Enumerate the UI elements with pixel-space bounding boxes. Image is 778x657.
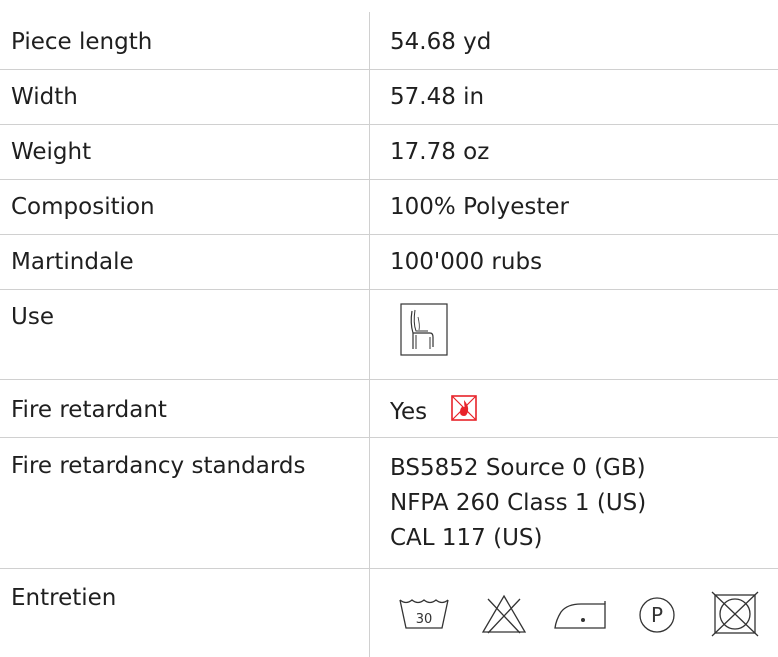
flame-warning-icon xyxy=(451,395,477,421)
label-use: Use xyxy=(11,304,54,330)
standard-item: NFPA 260 Class 1 (US) xyxy=(390,490,647,516)
value-fire-retardant: Yes xyxy=(390,399,428,425)
row-divider xyxy=(0,568,778,569)
wash-temperature: 30 xyxy=(416,612,433,627)
dry-clean-letter: P xyxy=(651,603,663,627)
label-fire-retardant: Fire retardant xyxy=(11,397,167,423)
value-piece-length: 54.68 yd xyxy=(390,29,492,55)
no-tumble-dry-icon xyxy=(711,591,759,637)
value-martindale: 100'000 rubs xyxy=(390,249,543,275)
upholstery-chair-icon xyxy=(400,303,448,356)
wash-30-icon: 30 xyxy=(399,599,449,629)
standard-item: BS5852 Source 0 (GB) xyxy=(390,455,646,481)
label-weight: Weight xyxy=(11,139,92,165)
standard-item: CAL 117 (US) xyxy=(390,525,543,551)
label-piece-length: Piece length xyxy=(11,29,153,55)
value-width: 57.48 in xyxy=(390,84,485,110)
row-divider xyxy=(0,437,778,438)
row-divider xyxy=(0,69,778,70)
label-composition: Composition xyxy=(11,194,155,220)
label-entretien: Entretien xyxy=(11,585,117,611)
no-bleach-icon xyxy=(481,594,527,634)
row-divider xyxy=(0,234,778,235)
row-divider xyxy=(0,124,778,125)
value-weight: 17.78 oz xyxy=(390,139,490,165)
value-fire-retardancy-standards: BS5852 Source 0 (GB) NFPA 260 Class 1 (U… xyxy=(390,457,646,562)
row-divider xyxy=(0,179,778,180)
dry-clean-p-icon: P xyxy=(639,597,675,633)
label-martindale: Martindale xyxy=(11,249,134,275)
row-divider xyxy=(0,289,778,290)
iron-low-heat-icon xyxy=(554,601,606,629)
label-fire-retardancy-standards: Fire retardancy standards xyxy=(11,453,306,479)
column-divider xyxy=(369,12,370,657)
label-width: Width xyxy=(11,84,78,110)
row-divider xyxy=(0,379,778,380)
value-composition: 100% Polyester xyxy=(390,194,569,220)
specifications-table: Piece length 54.68 yd Width 57.48 in Wei… xyxy=(0,0,778,657)
